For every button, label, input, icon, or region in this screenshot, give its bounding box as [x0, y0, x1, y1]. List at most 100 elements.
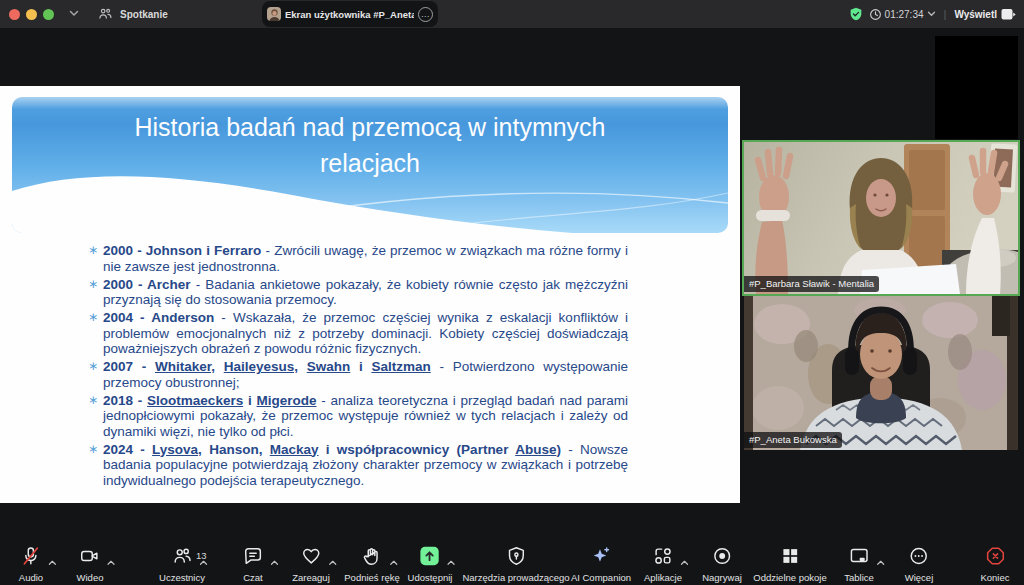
chevron-up-icon[interactable]	[270, 552, 279, 570]
chevron-up-icon[interactable]	[107, 552, 116, 570]
slide-bullet: ∗2018 - Slootmaeckers i Migerode - anali…	[88, 393, 628, 440]
slide-title: Historia badań nad przemocą w intymnych …	[40, 109, 700, 181]
toolbar-nagrywaj[interactable]: Nagrywaj	[702, 546, 742, 583]
camera-icon	[79, 545, 101, 571]
titlebar-divider: |	[944, 8, 947, 20]
toolbar-oddzielne-pokoje[interactable]: Oddzielne pokoje	[753, 546, 826, 583]
video-tile-camera-off[interactable]	[935, 36, 1018, 139]
toolbar-label: Audio	[19, 572, 43, 583]
slide-bullet: ∗2000 - Johnson i Ferraro - Zwrócili uwa…	[88, 243, 628, 274]
meeting-timer-value: 01:27:34	[885, 9, 924, 20]
toolbar-udostępnij[interactable]: Udostępnij	[408, 546, 453, 583]
slide-bullet: ∗2000 - Archer - Badania ankietowe pokaz…	[88, 277, 628, 308]
aneta-video-art	[744, 296, 1018, 450]
toolbar-uczestnicy[interactable]: 13Uczestnicy	[159, 546, 205, 583]
bullet-asterisk-icon: ∗	[88, 393, 98, 409]
toolbar-label: Czat	[243, 572, 263, 583]
slide-bullet: ∗2007 - Whitaker, Haileyesus, Swahn i Sa…	[88, 359, 628, 390]
toolbar-label: Koniec	[980, 572, 1009, 583]
toolbar-ai-companion[interactable]: AI Companion	[571, 546, 631, 583]
security-shield-icon[interactable]	[848, 6, 864, 22]
tab-meeting[interactable]: Spotkanie	[98, 0, 168, 28]
zoom-app-window: Spotkanie Ekran użytkownika #P_Aneta … 0…	[0, 0, 1024, 585]
meeting-toolbar: Audio Wideo 13Uczestnicy Czat Zareaguj Podnie…	[0, 540, 1024, 585]
bullet-asterisk-icon: ∗	[88, 277, 98, 293]
toolbar-label: Narzędzia prowadzącego	[462, 572, 569, 583]
chevron-up-icon[interactable]	[447, 552, 456, 570]
breakout-icon	[779, 545, 801, 571]
more-icon	[908, 545, 930, 571]
bullet-asterisk-icon: ∗	[88, 442, 98, 458]
tab-avatar	[267, 7, 281, 21]
fullscreen-window-button[interactable]	[43, 9, 54, 20]
toolbar-więcej[interactable]: Więcej	[905, 546, 934, 583]
toolbar-tablice[interactable]: Tablice	[844, 546, 874, 583]
video-tile-aneta[interactable]: #P_Aneta Bukowska	[744, 296, 1018, 450]
chevron-up-icon[interactable]	[328, 552, 337, 570]
toolbar-label: Tablice	[844, 572, 874, 583]
chevron-up-icon[interactable]	[389, 552, 398, 570]
slide-bullets: ∗2000 - Johnson i Ferraro - Zwrócili uwa…	[88, 243, 628, 491]
tab-screen-share-label: Ekran użytkownika #P_Aneta	[285, 9, 414, 20]
toolbar-czat[interactable]: Czat	[242, 546, 264, 583]
titlebar-chevron-down-icon[interactable]	[69, 7, 79, 19]
tab-options-ellipsis-icon[interactable]: …	[418, 7, 433, 22]
barbara-video-art	[744, 142, 1018, 294]
toolbar-label: Udostępnij	[408, 572, 453, 583]
video-tile-barbara[interactable]: #P_Barbara Sławik - Mentalia	[742, 140, 1020, 296]
toolbar-label: Podnieś rękę	[344, 572, 399, 583]
toolbar-podnieś-rękę[interactable]: Podnieś rękę	[344, 546, 399, 583]
bullet-asterisk-icon: ∗	[88, 243, 98, 259]
toolbar-label: Nagrywaj	[702, 572, 742, 583]
close-window-button[interactable]	[9, 9, 20, 20]
minimize-window-button[interactable]	[26, 9, 37, 20]
clock-icon	[869, 8, 882, 21]
view-button[interactable]: Wyświetl	[954, 8, 1016, 21]
chat-icon	[242, 545, 264, 571]
toolbar-aplikacje[interactable]: Aplikacje	[644, 546, 682, 583]
share-icon	[419, 545, 441, 571]
apps-icon	[652, 545, 674, 571]
toolbar-label: Uczestnicy	[159, 572, 205, 583]
timer-chevron-down-icon[interactable]	[927, 11, 936, 17]
video-tile-aneta-name: #P_Aneta Bukowska	[744, 432, 842, 448]
tab-screen-share[interactable]: Ekran użytkownika #P_Aneta …	[262, 1, 438, 27]
slide-bullet: ∗2004 - Anderson - Wskazała, że przemoc …	[88, 310, 628, 357]
window-titlebar: Spotkanie Ekran użytkownika #P_Aneta … 0…	[0, 0, 1024, 28]
raise-hand-icon	[361, 545, 383, 571]
toolbar-label: Więcej	[905, 572, 934, 583]
meeting-people-icon	[98, 7, 113, 21]
slide-bullet: ∗2024 - Lysova, Hanson, Mackay i współpr…	[88, 442, 628, 489]
toolbar-audio[interactable]: Audio	[19, 546, 43, 583]
end-call-icon	[984, 545, 1006, 571]
meeting-timer[interactable]: 01:27:34	[869, 8, 936, 21]
view-button-label: Wyświetl	[954, 9, 997, 20]
view-layout-icon	[1001, 8, 1016, 21]
toolbar-label: Oddzielne pokoje	[753, 572, 826, 583]
mic-muted-icon	[20, 545, 42, 571]
chevron-up-icon[interactable]	[680, 552, 689, 570]
toolbar-koniec[interactable]: Koniec	[980, 546, 1009, 583]
chevron-up-icon[interactable]	[199, 552, 208, 570]
heart-icon	[300, 545, 322, 571]
toolbar-label: Aplikacje	[644, 572, 682, 583]
toolbar-label: AI Companion	[571, 572, 631, 583]
tab-meeting-label: Spotkanie	[120, 9, 168, 20]
toolbar-zareaguj[interactable]: Zareaguj	[292, 546, 330, 583]
chevron-up-icon[interactable]	[48, 552, 57, 570]
video-tile-barbara-name: #P_Barbara Sławik - Mentalia	[744, 276, 879, 292]
shared-screen-slide: Historia badań nad przemocą w intymnych …	[0, 86, 740, 503]
chevron-up-icon[interactable]	[876, 552, 885, 570]
toolbar-label: Wideo	[77, 572, 104, 583]
slide-title-line1: Historia badań nad przemocą w intymnych	[40, 109, 700, 145]
record-icon	[711, 545, 733, 571]
slide-title-line2: relacjach	[40, 145, 700, 181]
sparkle-icon	[590, 545, 612, 571]
shield-icon	[505, 545, 527, 571]
toolbar-wideo[interactable]: Wideo	[77, 546, 104, 583]
participants-icon	[171, 545, 193, 571]
bullet-asterisk-icon: ∗	[88, 359, 98, 375]
toolbar-narzędzia-prowadzącego[interactable]: Narzędzia prowadzącego	[462, 546, 569, 583]
whiteboard-icon	[848, 545, 870, 571]
toolbar-label: Zareaguj	[292, 572, 330, 583]
